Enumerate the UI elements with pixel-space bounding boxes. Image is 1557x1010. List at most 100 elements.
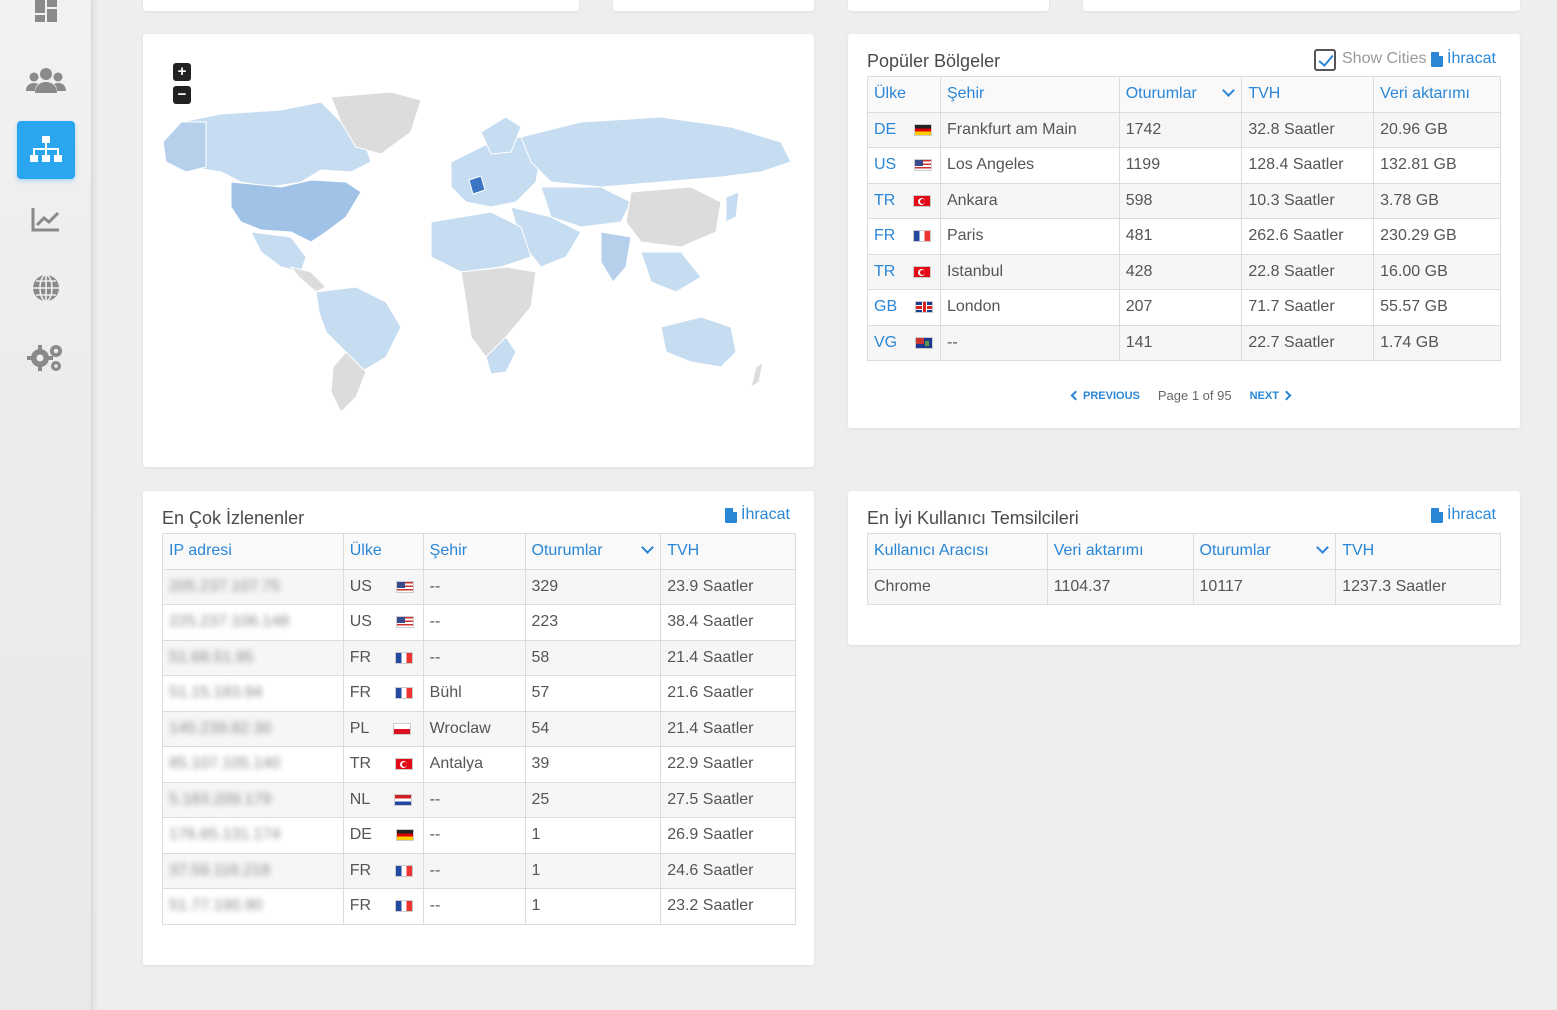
tvh-cell: 128.4 Saatler bbox=[1241, 147, 1375, 184]
country-cell: FR bbox=[342, 639, 424, 676]
world-map[interactable] bbox=[161, 92, 797, 412]
show-cities-checkbox[interactable] bbox=[1314, 49, 1336, 71]
top-user-agents-card: En İyi Kullanıcı Temsilcileri İhracat Ku… bbox=[848, 491, 1520, 645]
city-cell: Antalya bbox=[422, 746, 526, 783]
column-header-tvh[interactable]: TVH bbox=[1241, 76, 1375, 113]
tvh-cell: 38.4 Saatler bbox=[660, 604, 796, 641]
column-header-ip[interactable]: IP adresi bbox=[162, 533, 344, 570]
sessions-cell: 141 bbox=[1118, 324, 1243, 361]
country-code-link[interactable]: GB bbox=[874, 298, 897, 315]
export-link[interactable]: İhracat bbox=[1431, 50, 1496, 68]
export-label: İhracat bbox=[1447, 506, 1496, 523]
column-header-sessions[interactable]: Oturumlar bbox=[1118, 76, 1243, 113]
card-title: Popüler Bölgeler bbox=[867, 51, 1001, 71]
ip-address: 225.237.106.148 bbox=[169, 613, 290, 631]
user-agents-table: Kullanıcı Aracısı Veri aktarımı Oturumla… bbox=[867, 533, 1501, 605]
country-cell: GB bbox=[867, 289, 941, 326]
tvh-cell: 27.5 Saatler bbox=[660, 781, 796, 818]
flag-fr-icon bbox=[913, 230, 932, 243]
table-row: 176.65.131.174 DE -- 1 26.9 Saatler bbox=[162, 817, 796, 854]
sidebar-item-settings[interactable] bbox=[17, 328, 75, 386]
sort-desc-icon bbox=[641, 541, 655, 554]
sidebar-item-dashboard[interactable] bbox=[17, 0, 75, 40]
sessions-cell: 39 bbox=[524, 746, 662, 783]
column-header-label: Oturumlar bbox=[1125, 85, 1197, 103]
flag-fr-icon bbox=[395, 687, 414, 700]
transfer-cell: 3.78 GB bbox=[1373, 182, 1501, 219]
country-code: TR bbox=[349, 755, 372, 773]
sessions-cell: 329 bbox=[524, 568, 662, 605]
city-cell: Bühl bbox=[422, 675, 526, 712]
map-region-china bbox=[625, 186, 722, 248]
country-code-link[interactable]: US bbox=[874, 156, 896, 173]
column-header-city[interactable]: Şehir bbox=[422, 533, 526, 570]
sessions-cell: 598 bbox=[1118, 182, 1243, 219]
card-title: En İyi Kullanıcı Temsilcileri bbox=[867, 508, 1079, 528]
map-region-usa bbox=[230, 179, 362, 243]
users-icon bbox=[26, 66, 66, 94]
country-cell: TR bbox=[342, 746, 424, 783]
sidebar-item-geo[interactable] bbox=[17, 259, 75, 317]
ip-address: 145.239.82.30 bbox=[169, 719, 272, 737]
column-header-sessions[interactable]: Oturumlar bbox=[524, 533, 662, 570]
country-code-link[interactable]: TR bbox=[874, 192, 895, 209]
flag-fr-icon bbox=[395, 900, 414, 913]
ip-address: 176.65.131.174 bbox=[169, 826, 281, 844]
ip-cell: 205.237.107.75 bbox=[162, 568, 344, 605]
sessions-cell: 207 bbox=[1118, 289, 1243, 326]
tvh-cell: 71.7 Saatler bbox=[1241, 289, 1375, 326]
map-region-southeast-asia bbox=[640, 251, 702, 293]
table-row: 205.237.107.75 US -- 329 23.9 Saatler bbox=[162, 568, 796, 605]
column-header-agent[interactable]: Kullanıcı Aracısı bbox=[867, 533, 1048, 570]
map-region-australia bbox=[660, 316, 737, 368]
previous-page-button[interactable]: PREVIOUS bbox=[1070, 389, 1140, 402]
country-code: FR bbox=[349, 648, 372, 666]
map-zoom-in-button[interactable]: + bbox=[173, 63, 191, 81]
column-header-country[interactable]: Ülke bbox=[867, 76, 941, 113]
table-row: 85.107.105.140 TR Antalya 39 22.9 Saatler bbox=[162, 746, 796, 783]
column-header-transfer[interactable]: Veri aktarımı bbox=[1046, 533, 1194, 570]
country-code-link[interactable]: TR bbox=[874, 263, 895, 280]
ip-address: 5.183.209.179 bbox=[169, 790, 272, 808]
city-cell: -- bbox=[939, 324, 1120, 361]
map-region-central-america bbox=[289, 266, 327, 293]
table-row: 145.239.82.30 PL Wroclaw 54 21.4 Saatler bbox=[162, 710, 796, 747]
country-code-link[interactable]: VG bbox=[874, 334, 897, 351]
column-header-transfer[interactable]: Veri aktarımı bbox=[1373, 76, 1501, 113]
sidebar bbox=[0, 0, 92, 1010]
flag-tr-icon bbox=[395, 758, 414, 771]
column-header-country[interactable]: Ülke bbox=[342, 533, 424, 570]
world-map-card: + − bbox=[143, 34, 814, 467]
export-link[interactable]: İhracat bbox=[1431, 506, 1496, 524]
transfer-cell: 230.29 GB bbox=[1373, 218, 1501, 255]
sessions-cell: 54 bbox=[524, 710, 662, 747]
column-header-tvh[interactable]: TVH bbox=[1335, 533, 1501, 570]
country-code-link[interactable]: FR bbox=[874, 227, 895, 244]
top-card-stub bbox=[143, 0, 579, 11]
sidebar-item-users[interactable] bbox=[17, 51, 75, 109]
table-row: Chrome 1104.37 10117 1237.3 Saatler bbox=[867, 568, 1501, 605]
country-code-link[interactable]: DE bbox=[874, 121, 896, 138]
globe-icon bbox=[31, 273, 61, 303]
column-header-city[interactable]: Şehir bbox=[939, 76, 1120, 113]
tvh-cell: 22.7 Saatler bbox=[1241, 324, 1375, 361]
sidebar-item-analytics[interactable] bbox=[17, 190, 75, 248]
country-code: DE bbox=[349, 826, 372, 844]
export-link[interactable]: İhracat bbox=[725, 506, 790, 524]
sessions-cell: 57 bbox=[524, 675, 662, 712]
sort-desc-icon bbox=[1222, 84, 1236, 97]
column-header-tvh[interactable]: TVH bbox=[660, 533, 796, 570]
column-header-sessions[interactable]: Oturumlar bbox=[1192, 533, 1337, 570]
country-cell: TR bbox=[867, 253, 941, 290]
ip-cell: 51.68.51.95 bbox=[162, 639, 344, 676]
tvh-cell: 1237.3 Saatler bbox=[1335, 568, 1501, 605]
flag-us-icon bbox=[395, 616, 414, 629]
page-info: Page 1 of 95 bbox=[1157, 388, 1232, 403]
transfer-cell: 1.74 GB bbox=[1373, 324, 1501, 361]
ip-cell: 37.59.116.218 bbox=[162, 852, 344, 889]
next-page-button[interactable]: NEXT bbox=[1250, 390, 1292, 402]
sidebar-item-sitemap[interactable] bbox=[17, 121, 75, 179]
chart-line-icon bbox=[31, 206, 61, 232]
country-cell: US bbox=[867, 147, 941, 184]
previous-label: PREVIOUS bbox=[1083, 389, 1140, 402]
